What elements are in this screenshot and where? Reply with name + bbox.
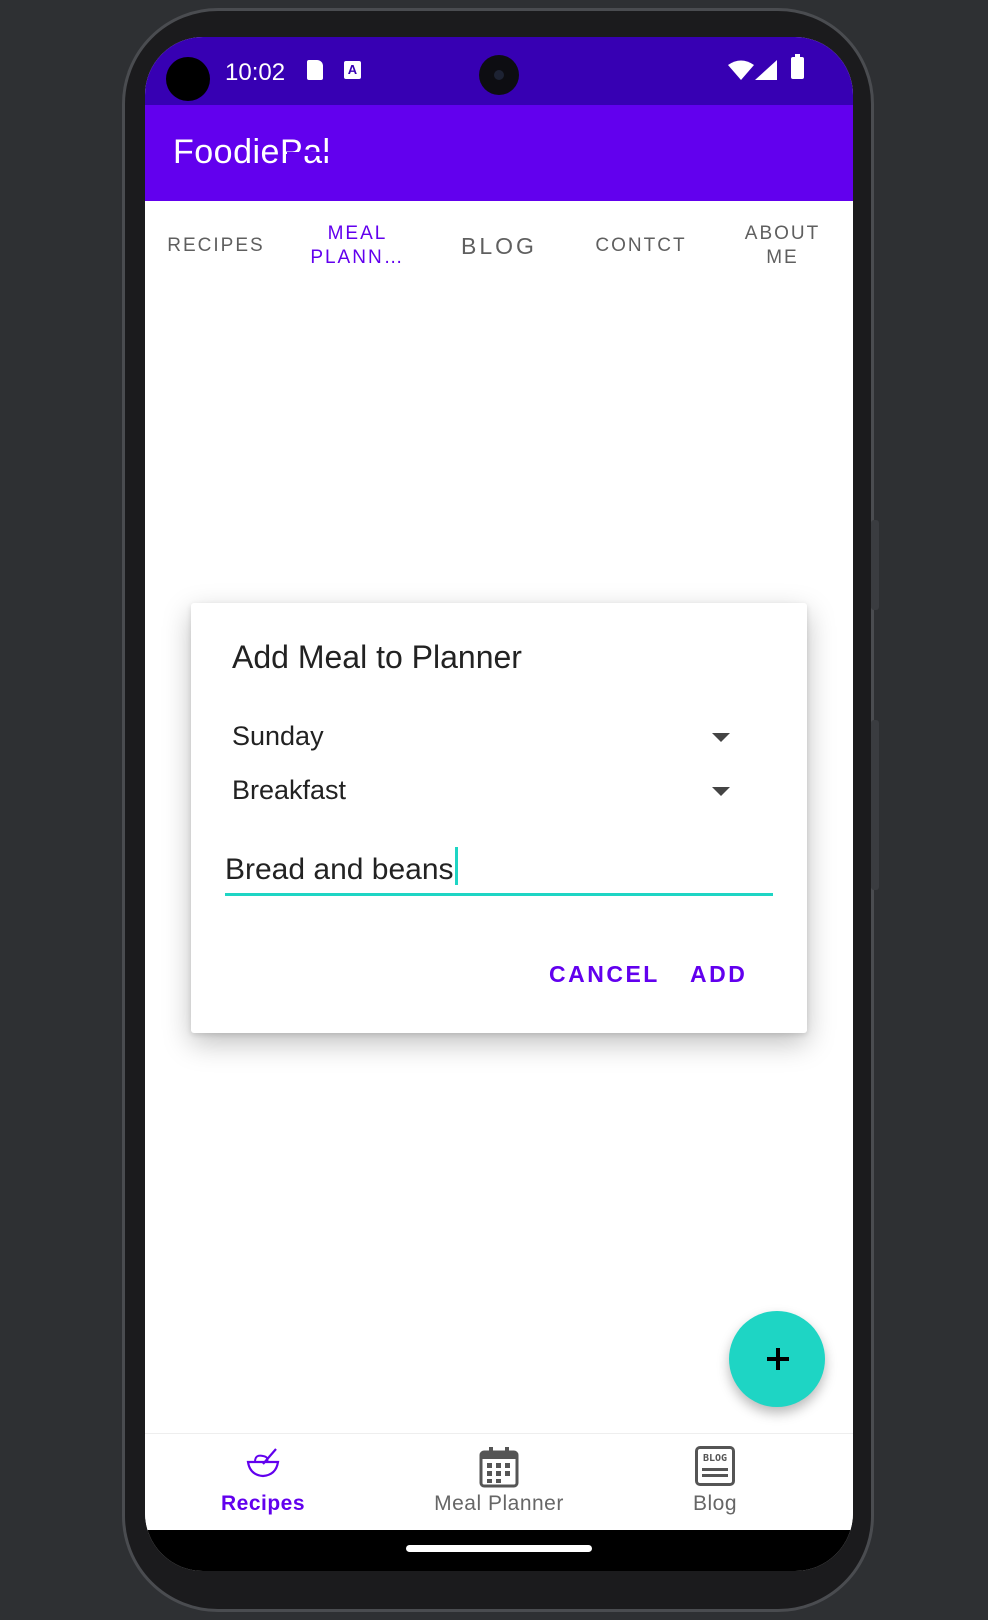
blog-icon: BLOG <box>695 1446 735 1486</box>
blog-icon-lines <box>702 1474 728 1477</box>
tab-label: MEAL PLANN… <box>310 223 405 268</box>
tab-contact[interactable]: CONTCT <box>570 201 712 291</box>
plus-icon <box>767 1348 789 1370</box>
add-meal-dialog: Add Meal to Planner Sunday Breakfast Bre… <box>191 603 807 1033</box>
tab-label: CONTCT <box>595 235 687 256</box>
day-spinner-value: Sunday <box>232 721 324 751</box>
camera-hole <box>479 55 519 95</box>
tab-bar: RECIPES MEAL PLANN… BLOG CONTCT ABOUT ME <box>145 201 853 291</box>
tab-label: BLOG <box>461 233 537 259</box>
front-sensor <box>166 57 210 101</box>
meal-type-spinner[interactable]: Breakfast <box>232 775 752 815</box>
tab-indicator <box>287 152 428 156</box>
day-spinner[interactable]: Sunday <box>232 721 752 761</box>
status-time: 10:02 <box>225 59 286 86</box>
signal-icon <box>755 60 777 80</box>
cancel-button[interactable]: CANCEL <box>549 961 660 988</box>
text-cursor <box>454 847 458 885</box>
tab-blog[interactable]: BLOG <box>428 201 570 291</box>
add-button[interactable]: ADD <box>690 961 747 988</box>
blog-icon-label: BLOG <box>702 1453 728 1464</box>
mixing-bowl-icon <box>246 1448 280 1478</box>
nav-item-recipes[interactable]: Recipes <box>195 1434 331 1531</box>
home-handle[interactable] <box>406 1545 592 1552</box>
tab-label: ABOUT ME <box>744 223 821 268</box>
nav-label: Meal Planner <box>434 1492 564 1515</box>
meal-name-input[interactable]: Bread and beans <box>225 847 773 896</box>
blog-icon-lines <box>702 1468 728 1471</box>
meal-name-input-value: Bread and beans <box>225 853 454 886</box>
device-screen: 10:02 A FoodiePal RECIPES MEAL PLANN… BL… <box>145 37 853 1571</box>
tab-label: RECIPES <box>167 235 265 256</box>
tab-recipes[interactable]: RECIPES <box>145 201 287 291</box>
dropdown-arrow-icon <box>712 733 730 742</box>
tab-meal-planner[interactable]: MEAL PLANN… <box>287 201 428 291</box>
status-bar: 10:02 A <box>145 37 853 105</box>
nav-item-blog[interactable]: BLOG Blog <box>665 1434 765 1531</box>
dropdown-arrow-icon <box>712 787 730 796</box>
nav-label: Blog <box>692 1492 738 1515</box>
sd-card-icon <box>307 60 323 80</box>
volume-button <box>871 520 879 610</box>
bottom-navigation: Recipes Meal Planner BLOG Blog <box>145 1433 853 1531</box>
power-button <box>871 720 879 890</box>
a-notification-icon: A <box>344 61 361 79</box>
nav-item-meal-planner[interactable]: Meal Planner <box>421 1434 577 1531</box>
battery-icon <box>791 54 804 79</box>
tab-about-me[interactable]: ABOUT ME <box>712 201 853 291</box>
meal-type-spinner-value: Breakfast <box>232 775 347 805</box>
wifi-icon <box>728 60 754 80</box>
gesture-bar <box>145 1530 853 1571</box>
nav-label: Recipes <box>220 1492 306 1515</box>
app-bar: FoodiePal <box>145 105 853 201</box>
add-fab-button[interactable] <box>729 1311 825 1407</box>
dialog-title: Add Meal to Planner <box>232 639 522 675</box>
calendar-icon <box>479 1447 519 1488</box>
